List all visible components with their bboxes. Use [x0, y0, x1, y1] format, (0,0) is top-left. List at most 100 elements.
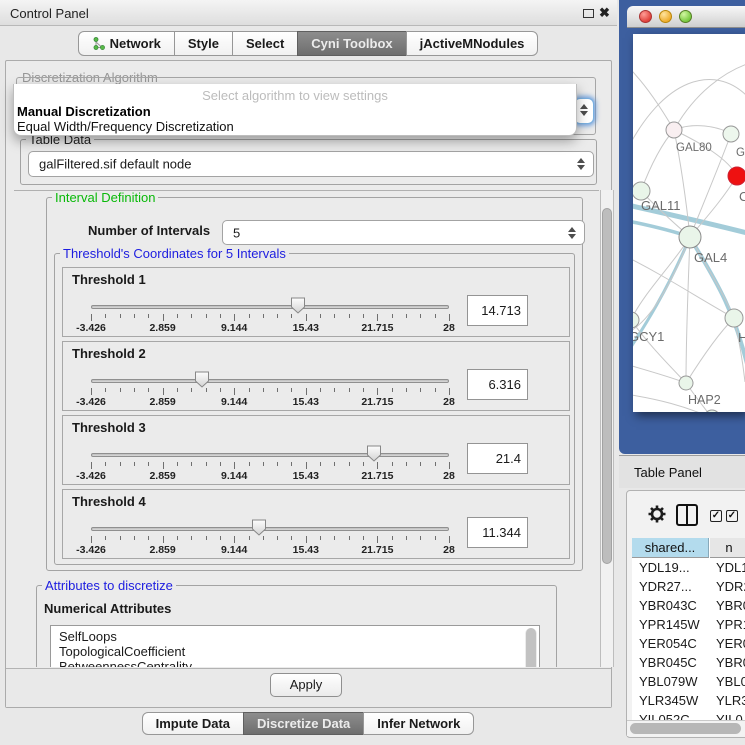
threshold-3-value-field[interactable]: 21.4	[467, 443, 528, 474]
tab-jactivemnodules[interactable]: jActiveMNodules	[406, 31, 539, 56]
table-panel-titlebar: Table Panel	[619, 455, 745, 488]
threshold-4-slider-thumb[interactable]	[252, 519, 267, 536]
table-row[interactable]: YPR145WYPR1	[632, 615, 745, 634]
number-of-intervals-value: 5	[233, 225, 240, 240]
node[interactable]	[725, 309, 743, 327]
number-of-intervals-label: Number of Intervals	[88, 223, 210, 238]
edge	[633, 64, 674, 130]
threshold-2-label: Threshold 2	[72, 346, 146, 361]
threshold-1-value-field[interactable]: 14.713	[467, 295, 528, 326]
tab-infer-network[interactable]: Infer Network	[363, 712, 474, 735]
minimize-traffic-light-icon[interactable]	[659, 10, 672, 23]
node[interactable]	[723, 126, 739, 142]
checkbox-icon[interactable]: ✓	[710, 510, 722, 522]
edge	[674, 126, 731, 134]
threshold-2-slider-track[interactable]	[91, 379, 449, 383]
network-canvas[interactable]: GAL80 GA GAL11 C GAL4 GCY1 H HAP2	[633, 34, 745, 412]
threshold-3-slider-track[interactable]	[91, 453, 449, 457]
settings-vertical-scrollbar[interactable]	[600, 190, 614, 667]
tab-select[interactable]: Select	[232, 31, 298, 56]
number-of-intervals-combobox[interactable]: 5	[222, 220, 585, 245]
threshold-1-label: Threshold 1	[72, 272, 146, 287]
edge	[641, 130, 674, 191]
combobox-stepper-icon	[580, 104, 588, 116]
edge	[633, 237, 690, 320]
float-window-icon[interactable]	[583, 9, 594, 18]
slider-ruler	[91, 462, 449, 470]
combobox-stepper-icon	[568, 227, 576, 239]
list-item-selfloops[interactable]: SelfLoops	[51, 626, 539, 644]
tab-cyni-toolbox[interactable]: Cyni Toolbox	[297, 31, 406, 56]
edge	[686, 237, 690, 383]
tab-style[interactable]: Style	[174, 31, 233, 56]
table-row[interactable]: YBR043CYBR0	[632, 596, 745, 615]
algorithm-combobox[interactable]	[574, 98, 594, 124]
show-columns-icon[interactable]	[676, 504, 698, 526]
node-label: C	[739, 189, 745, 204]
node-hap2[interactable]	[679, 376, 693, 390]
settings-scroll-area: Interval Definition Number of Intervals …	[14, 190, 599, 667]
gear-icon[interactable]	[647, 504, 667, 524]
close-traffic-light-icon[interactable]	[639, 10, 652, 23]
list-item-betweennesscentrality[interactable]: BetweennessCentrality	[51, 659, 539, 667]
node-label: GAL11	[641, 198, 681, 213]
apply-strip: Apply	[6, 668, 611, 707]
table-row[interactable]: YLR345WYLR3	[632, 691, 745, 710]
column-header-name[interactable]: n	[710, 538, 745, 558]
table-row[interactable]: YBR045CYBR0	[632, 653, 745, 672]
slider-ruler	[91, 536, 449, 544]
threshold-3-slider-thumb[interactable]	[366, 445, 381, 462]
control-panel-window: Control Panel ✖ Network Style Select Cyn…	[0, 0, 617, 745]
zoom-traffic-light-icon[interactable]	[679, 10, 692, 23]
table-row[interactable]: YDL19...YDL1	[632, 558, 745, 577]
threshold-3-label: Threshold 3	[72, 420, 146, 435]
tab-network[interactable]: Network	[78, 31, 175, 56]
slider-tick-labels: -3.426 2.859 9.144 15.43 21.715 28	[91, 396, 449, 408]
list-item-topologicalcoefficient[interactable]: TopologicalCoefficient	[51, 644, 539, 659]
threshold-2-slider-thumb[interactable]	[194, 371, 209, 388]
top-tab-bar: Network Style Select Cyni Toolbox jActiv…	[0, 31, 617, 56]
dropdown-option-manual-discretization[interactable]: Manual Discretization	[17, 104, 151, 119]
checkbox-icon[interactable]: ✓	[726, 510, 738, 522]
threshold-4-slider-track[interactable]	[91, 527, 449, 531]
table-horizontal-scrollbar[interactable]	[627, 720, 745, 736]
node-label: H	[738, 330, 745, 345]
slider-tick-labels: -3.426 2.859 9.144 15.43 21.715 28	[91, 322, 449, 334]
slider-tick-labels: -3.426 2.859 9.144 15.43 21.715 28	[91, 470, 449, 482]
threshold-4-panel: Threshold 4 -3.426 2.859 9.144 15.43 21.…	[62, 489, 570, 559]
edge	[686, 318, 734, 383]
slider-tick-labels: -3.426 2.859 9.144 15.43 21.715 28	[91, 544, 449, 556]
close-icon[interactable]: ✖	[599, 5, 610, 21]
edge	[633, 237, 690, 334]
threshold-4-value-field[interactable]: 11.344	[467, 517, 528, 548]
column-header-shared-name[interactable]: shared...	[632, 538, 709, 558]
numerical-attributes-list: SelfLoops TopologicalCoefficient Between…	[50, 625, 540, 667]
table-row[interactable]: YER054CYER0	[632, 634, 745, 653]
attributes-list-scrollbar[interactable]	[525, 628, 537, 667]
node-label: GAL80	[676, 142, 712, 154]
scrollbar-thumb[interactable]	[602, 208, 612, 564]
table-row[interactable]: YDR27...YDR2	[632, 577, 745, 596]
scrollbar-thumb[interactable]	[630, 723, 741, 734]
interval-definition-group-label: Interval Definition	[52, 190, 158, 205]
dropdown-option-equal-width-frequency[interactable]: Equal Width/Frequency Discretization	[17, 119, 234, 134]
table-data-combobox[interactable]: galFiltered.sif default node	[28, 151, 594, 177]
table-panel: ✓ ✓ shared... n YDL19...YDL1 YDR27...YDR…	[626, 490, 745, 738]
network-view-window: GAL80 GA GAL11 C GAL4 GCY1 H HAP2	[619, 0, 745, 454]
node-gal80[interactable]	[666, 122, 682, 138]
node-selected-red[interactable]	[728, 167, 745, 185]
threshold-1-slider-track[interactable]	[91, 305, 449, 309]
threshold-1-slider-thumb[interactable]	[290, 297, 305, 314]
apply-button[interactable]: Apply	[270, 673, 342, 697]
threshold-2-value-field[interactable]: 6.316	[467, 369, 528, 400]
table-row[interactable]: YBL079WYBL0	[632, 672, 745, 691]
tab-discretize-data[interactable]: Discretize Data	[243, 712, 364, 735]
window-title: Control Panel	[10, 6, 89, 21]
attributes-group-label: Attributes to discretize	[42, 578, 176, 593]
table-data-selected-value: galFiltered.sif default node	[39, 157, 191, 172]
dropdown-hint: Select algorithm to view settings	[14, 88, 576, 103]
tab-impute-data[interactable]: Impute Data	[142, 712, 244, 735]
node-label: GCY1	[633, 329, 664, 344]
network-icon	[92, 37, 105, 50]
node-gal4[interactable]	[679, 226, 701, 248]
